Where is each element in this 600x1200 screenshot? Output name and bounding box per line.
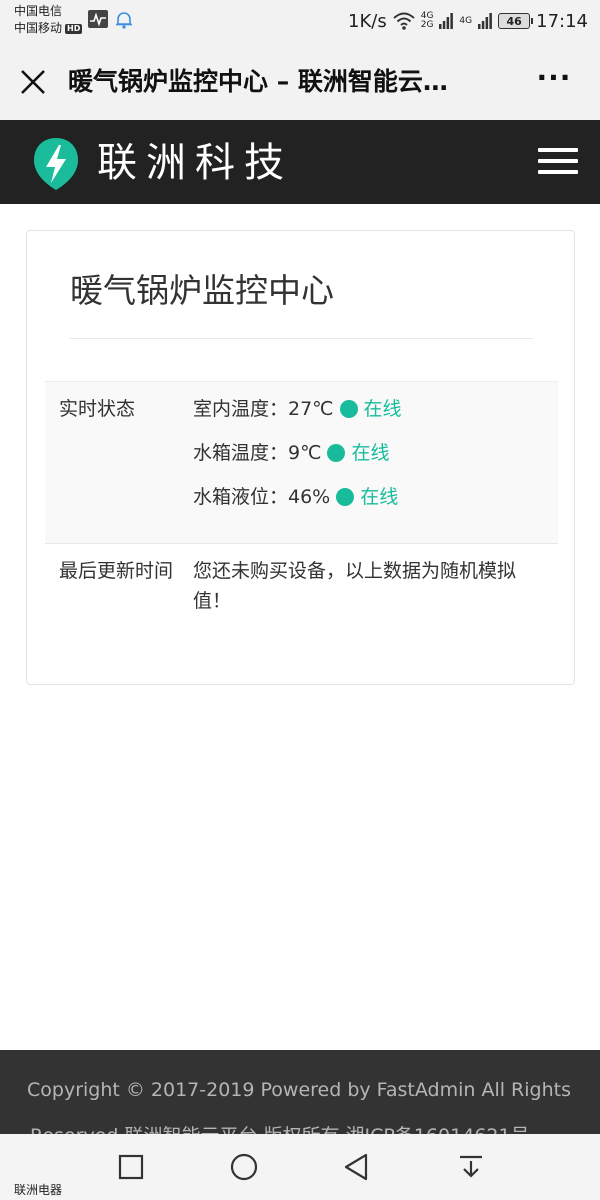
watermark: 联洲电器	[14, 1183, 63, 1197]
recent-apps-icon[interactable]	[116, 1152, 146, 1182]
status-bar: 中国电信 中国移动 HD 1K/s 4G 2G 4G 46 17:14	[0, 0, 600, 42]
back-icon[interactable]	[342, 1152, 372, 1182]
sensor-tank-level: 水箱液位：46% 在线	[193, 482, 548, 512]
row-value: 室内温度：27℃ 在线 水箱温度：9℃ 在线 水箱液位：46% 在线	[193, 394, 548, 526]
net-b: 4G	[459, 15, 473, 26]
sensor-tank-temp: 水箱温度：9℃ 在线	[193, 438, 548, 468]
hamburger-menu-icon[interactable]	[538, 148, 578, 178]
network-type-b: 4G	[459, 15, 473, 26]
lightning-logo-icon[interactable]	[32, 136, 80, 192]
status-online: 在线	[360, 486, 399, 508]
hd-badge: HD	[65, 23, 83, 34]
table-row-status: 实时状态 室内温度：27℃ 在线 水箱温度：9℃ 在线 水箱液位：46% 在线	[45, 381, 558, 543]
network-type-a: 4G 2G	[421, 12, 434, 30]
carrier-2: 中国移动	[14, 21, 63, 35]
carrier-line-2: 中国移动 HD	[14, 20, 83, 37]
wifi-icon	[393, 12, 415, 30]
more-options-button[interactable]: ···	[534, 64, 574, 98]
row-label: 实时状态	[59, 398, 136, 420]
battery-icon: 46	[498, 13, 534, 29]
icp-text: Reserved 联洲智能云平台 版权所有 湘ICP备16014621号	[30, 1124, 530, 1134]
monitor-panel: 暖气锅炉监控中心 实时状态 室内温度：27℃ 在线 水箱温度：9℃ 在线 水箱液…	[26, 230, 575, 685]
row-label: 最后更新时间	[59, 560, 174, 582]
system-navigation-bar	[0, 1134, 600, 1200]
copyright-text: Copyright © 2017-2019 Powered by FastAdm…	[27, 1079, 571, 1101]
carrier-line-1: 中国电信	[14, 3, 82, 20]
online-dot-icon	[336, 488, 355, 506]
site-footer: Copyright © 2017-2019 Powered by FastAdm…	[0, 1050, 600, 1134]
sensor-indoor-temp: 室内温度：27℃ 在线	[193, 394, 548, 424]
panel-title: 暖气锅炉监控中心	[70, 271, 334, 310]
brand-name[interactable]: 联洲科技	[97, 138, 293, 188]
menu-bar-3	[538, 170, 578, 174]
info-table: 实时状态 室内温度：27℃ 在线 水箱温度：9℃ 在线 水箱液位：46% 在线 …	[45, 381, 558, 643]
page-title: 暖气锅炉监控中心 – 联洲智能云…	[68, 67, 448, 96]
network-speed: 1K/s	[348, 10, 387, 32]
status-online: 在线	[363, 398, 402, 420]
sensor-text: 水箱液位：46%	[193, 486, 331, 508]
menu-bar-2	[538, 159, 578, 163]
close-icon[interactable]	[18, 67, 48, 97]
table-row-last-update: 最后更新时间 您还未购买设备，以上数据为随机模拟值！	[45, 543, 558, 643]
carrier-1: 中国电信	[14, 4, 63, 18]
signal-b-icon	[478, 13, 493, 29]
notification-bell-icon	[116, 12, 132, 29]
app-header: 暖气锅炉监控中心 – 联洲智能云… ···	[0, 42, 600, 120]
activity-icon	[88, 10, 108, 28]
net-a-bottom: 2G	[420, 20, 434, 30]
page: 中国电信 中国移动 HD 1K/s 4G 2G 4G 46 17:14 暖气锅炉…	[0, 0, 600, 1200]
status-online: 在线	[351, 442, 390, 464]
site-navbar: 联洲科技	[0, 120, 600, 204]
carrier-info: 中国电信 中国移动 HD	[14, 3, 83, 37]
home-icon[interactable]	[229, 1152, 259, 1182]
clock: 17:14	[536, 10, 588, 32]
signal-a-icon	[439, 13, 454, 29]
divider	[69, 338, 533, 339]
row-value: 您还未购买设备，以上数据为随机模拟值！	[193, 560, 517, 612]
notification-pulldown-icon[interactable]	[456, 1152, 486, 1182]
status-right: 1K/s 4G 2G 4G 46 17:14	[348, 8, 588, 34]
menu-bar-1	[538, 148, 578, 152]
online-dot-icon	[327, 444, 346, 462]
online-dot-icon	[339, 400, 358, 418]
sensor-text: 室内温度：27℃	[193, 398, 334, 420]
sensor-text: 水箱温度：9℃	[193, 442, 322, 464]
